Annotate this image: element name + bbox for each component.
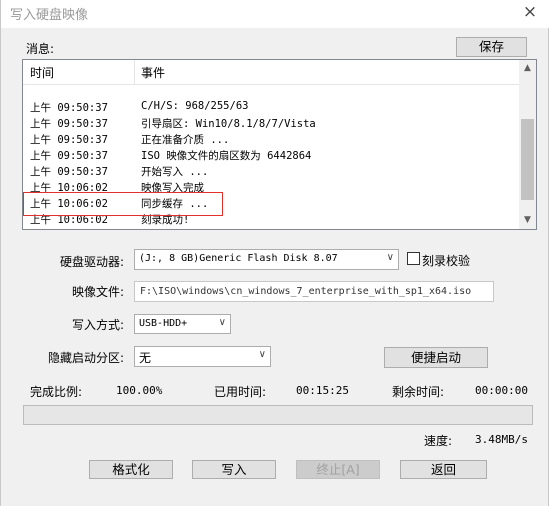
progress-bar — [23, 405, 533, 425]
chevron-down-icon: ∨ — [218, 317, 226, 328]
write-disk-image-dialog: 写入硬盘映像 × 消息: 保存 时间 事件 上午 09:50:37 C/H/S:… — [0, 0, 549, 506]
image-file-field[interactable]: F:\ISO\windows\cn_windows_7_enterprise_w… — [134, 281, 494, 302]
log-row[interactable]: 上午 09:50:37 开始写入 ... — [23, 163, 520, 179]
scroll-down-icon[interactable]: ▼ — [519, 212, 536, 229]
window-title: 写入硬盘映像 — [10, 8, 89, 23]
elapsed-value: 00:15:25 — [296, 384, 349, 397]
write-mode-label: 写入方式: — [72, 318, 125, 332]
drive-select[interactable]: (J:, 8 GB)Generic Flash Disk 8.07 ∨ — [134, 249, 399, 270]
save-button[interactable]: 保存 — [456, 37, 527, 57]
log-header: 时间 事件 — [23, 60, 520, 85]
log-row[interactable]: 上午 09:50:37 引导扇区: Win10/8.1/8/7/Vista — [23, 115, 520, 131]
title-bar: 写入硬盘映像 × — [1, 0, 549, 28]
log-row[interactable]: 上午 09:50:37 正在准备介质 ... — [23, 131, 520, 147]
log-event: C/H/S: 968/255/63 — [141, 100, 249, 112]
success-row-highlight — [23, 192, 223, 216]
progress-value: 100.00% — [116, 384, 163, 397]
write-mode-value: USB-HDD+ — [139, 318, 188, 329]
remaining-value: 00:00:00 — [475, 384, 528, 397]
image-file-label: 映像文件: — [72, 285, 125, 299]
write-mode-select[interactable]: USB-HDD+ ∨ — [134, 314, 231, 334]
hidden-partition-select[interactable]: 无 ∨ — [134, 346, 271, 367]
drive-select-value: (J:, 8 GB)Generic Flash Disk 8.07 — [139, 253, 338, 264]
image-file-value: F:\ISO\windows\cn_windows_7_enterprise_w… — [140, 286, 472, 297]
hidden-partition-value: 无 — [139, 351, 152, 365]
column-header-event[interactable]: 事件 — [141, 64, 165, 81]
progress-fill — [24, 406, 532, 424]
hidden-partition-label: 隐藏启动分区: — [48, 351, 125, 365]
log-event: ISO 映像文件的扇区数为 6442864 — [141, 150, 312, 162]
log-event: 正在准备介质 ... — [141, 134, 230, 146]
log-time: 上午 09:50:37 — [30, 134, 108, 146]
log-time: 上午 09:50:37 — [30, 102, 108, 114]
chevron-down-icon: ∨ — [258, 349, 266, 360]
speed-label: 速度: — [424, 434, 453, 448]
log-row[interactable]: 上午 09:50:37 C/H/S: 968/255/63 — [23, 99, 520, 115]
log-time: 上午 09:50:37 — [30, 118, 108, 130]
drive-label: 硬盘驱动器: — [60, 255, 125, 269]
remaining-label: 剩余时间: — [392, 385, 445, 399]
verify-label: 刻录校验 — [422, 254, 471, 268]
log-time: 上午 09:50:37 — [30, 150, 108, 162]
chevron-down-icon: ∨ — [386, 252, 394, 263]
elapsed-label: 已用时间: — [214, 385, 267, 399]
close-icon[interactable]: × — [520, 2, 540, 22]
messages-label: 消息: — [26, 42, 55, 56]
write-button[interactable]: 写入 — [192, 460, 276, 479]
log-time: 上午 09:50:37 — [30, 166, 108, 178]
column-divider — [134, 60, 135, 84]
scroll-thumb[interactable] — [521, 119, 534, 200]
scroll-up-icon[interactable]: ▲ — [519, 60, 536, 77]
log-event: 开始写入 ... — [141, 166, 209, 178]
log-event: 引导扇区: Win10/8.1/8/7/Vista — [141, 118, 316, 130]
quick-boot-button[interactable]: 便捷启动 — [384, 347, 488, 368]
speed-value: 3.48MB/s — [475, 433, 528, 446]
back-button[interactable]: 返回 — [400, 460, 487, 479]
log-row[interactable]: 上午 09:50:37 ISO 映像文件的扇区数为 6442864 — [23, 147, 520, 163]
log-scrollbar[interactable]: ▲ ▼ — [519, 60, 536, 229]
verify-checkbox[interactable] — [407, 252, 420, 265]
column-header-time[interactable]: 时间 — [30, 64, 54, 81]
format-button[interactable]: 格式化 — [89, 460, 173, 479]
progress-label: 完成比例: — [30, 385, 83, 399]
stop-button[interactable]: 终止[A] — [296, 460, 380, 479]
